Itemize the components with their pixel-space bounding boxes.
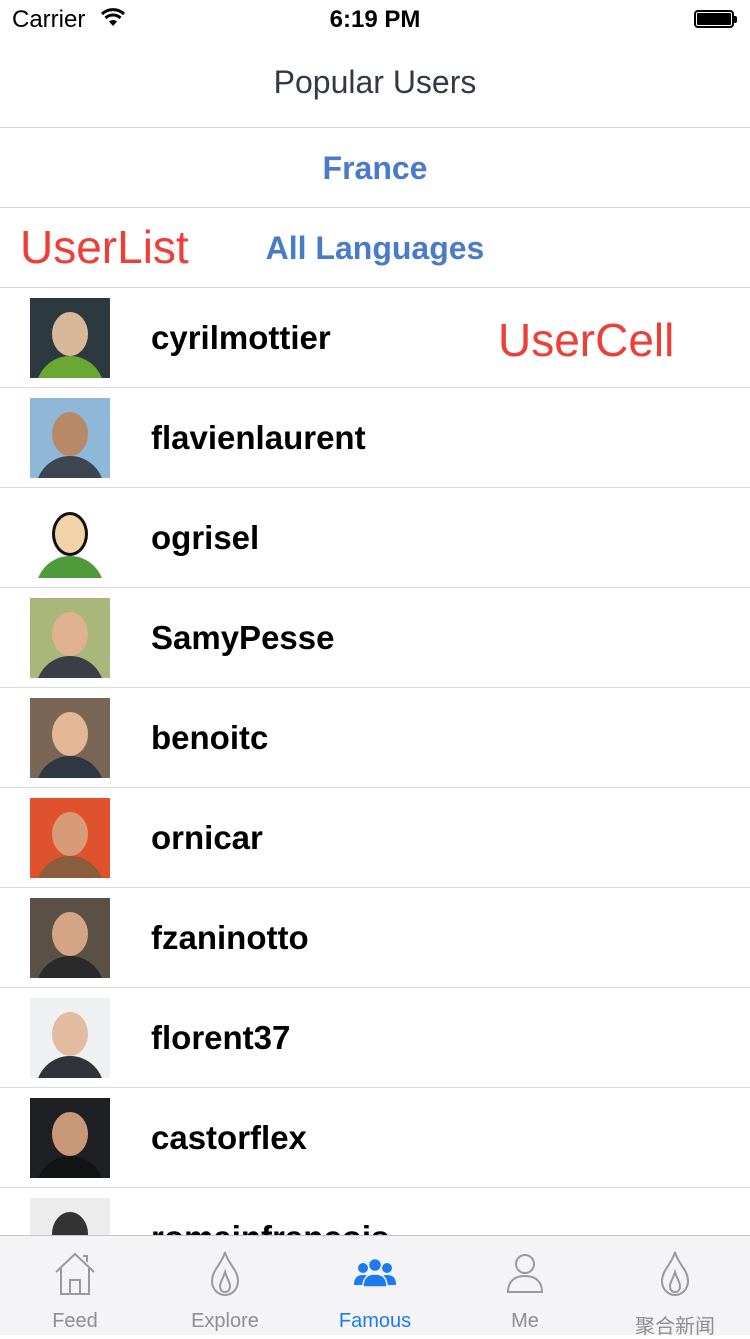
battery-icon [694, 10, 738, 30]
user-row[interactable]: flavienlaurent [0, 388, 750, 488]
user-row[interactable]: castorflex [0, 1088, 750, 1188]
status-bar: Carrier 6:19 PM [0, 0, 750, 40]
username: ogrisel [151, 519, 260, 556]
avatar [30, 498, 110, 578]
username: castorflex [151, 1119, 307, 1156]
avatar [30, 698, 110, 778]
username: SamyPesse [151, 619, 335, 656]
user-list[interactable]: cyrilmottier flavienlaurent ogrisel Samy… [0, 288, 750, 1235]
navigation-bar: Popular Users [0, 40, 750, 128]
username: romainfrancois [151, 1219, 389, 1235]
tab-label: Famous [338, 1310, 412, 1332]
avatar [30, 398, 110, 478]
annotation-usercell: UserCell [498, 314, 675, 366]
user-row[interactable]: romainfrancois [0, 1188, 750, 1235]
person-icon [500, 1248, 550, 1298]
flame-icon [200, 1248, 250, 1298]
username: flavienlaurent [151, 419, 366, 456]
user-row[interactable]: ogrisel [0, 488, 750, 588]
user-row[interactable]: fzaninotto [0, 888, 750, 988]
status-time: 6:19 PM [329, 6, 421, 33]
tab-famous[interactable]: Famous [300, 1236, 450, 1335]
avatar [30, 798, 110, 878]
home-icon [50, 1248, 100, 1298]
username: benoitc [151, 719, 269, 756]
tab-explore[interactable]: Explore [150, 1236, 300, 1335]
tab-label: Me [511, 1310, 539, 1332]
tab-bar: Feed Explore Famous Me 聚合新闻 [0, 1235, 750, 1338]
annotation-userlist: UserList [20, 221, 189, 273]
username: fzaninotto [151, 919, 309, 956]
tab-feed[interactable]: Feed [0, 1236, 150, 1335]
user-row[interactable]: benoitc [0, 688, 750, 788]
avatar [30, 1098, 110, 1178]
user-row[interactable]: SamyPesse [0, 588, 750, 688]
tab-news[interactable]: 聚合新闻 [600, 1236, 750, 1338]
avatar [30, 1198, 110, 1235]
tab-label: Feed [52, 1310, 98, 1332]
tab-me[interactable]: Me [450, 1236, 600, 1335]
tab-label: 聚合新闻 [635, 1316, 715, 1338]
people-icon [350, 1248, 400, 1298]
avatar [30, 598, 110, 678]
flame-icon [650, 1248, 700, 1298]
user-row[interactable]: ornicar [0, 788, 750, 888]
avatar [30, 298, 110, 378]
tab-label: Explore [191, 1310, 259, 1332]
country-selector[interactable]: France [0, 128, 750, 208]
username: florent37 [151, 1019, 291, 1056]
avatar [30, 898, 110, 978]
user-row[interactable]: florent37 [0, 988, 750, 1088]
page-title: Popular Users [273, 64, 477, 100]
username: cyrilmottier [151, 319, 331, 356]
username: ornicar [151, 819, 263, 856]
avatar [30, 998, 110, 1078]
country-label[interactable]: France [0, 150, 750, 187]
